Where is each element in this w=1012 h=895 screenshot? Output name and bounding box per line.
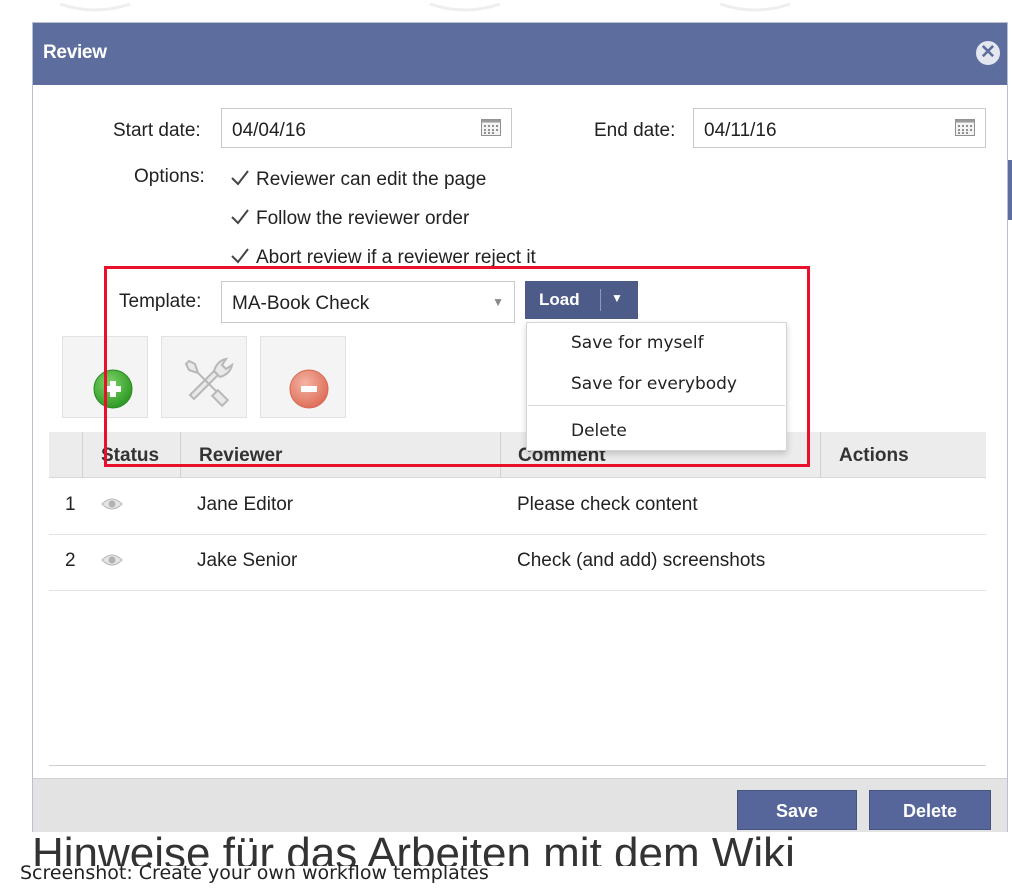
split-divider — [600, 289, 601, 311]
dialog-title: Review — [43, 42, 107, 63]
template-select[interactable]: MA-Book Check ▼ — [221, 281, 515, 323]
end-date-label: End date: — [594, 120, 676, 141]
template-value: MA-Book Check — [232, 293, 370, 314]
table-row[interactable]: 2 Jake Senior Check (and add) screenshot… — [49, 535, 986, 591]
load-split-button[interactable]: Load ▼ — [525, 281, 638, 319]
start-date-field[interactable]: 04/04/16 — [221, 108, 512, 148]
wrench-screwdriver-icon — [184, 357, 234, 408]
delete-button[interactable]: Delete — [869, 790, 991, 830]
menu-item-delete[interactable]: Delete — [571, 421, 627, 441]
remove-icon — [289, 369, 329, 409]
save-button[interactable]: Save — [737, 790, 857, 830]
chevron-down-icon: ▼ — [492, 295, 504, 309]
end-date-value: 04/11/16 — [704, 120, 777, 141]
table-row[interactable]: 1 Jane Editor Please check content — [49, 479, 986, 535]
template-label: Template: — [119, 291, 202, 312]
calendar-icon[interactable] — [481, 119, 501, 136]
column-status[interactable]: Status — [82, 432, 180, 478]
review-dialog: Review ✕ Start date: 04/04/16 End date: … — [32, 22, 1008, 832]
column-reviewer[interactable]: Reviewer — [180, 432, 500, 478]
dialog-footer: Save Delete — [33, 778, 1007, 832]
row-number: 2 — [65, 550, 76, 571]
menu-item-save-for-myself[interactable]: Save for myself — [571, 333, 704, 353]
reviewer-grid-header: Status Reviewer Comment Actions — [49, 432, 986, 478]
start-date-label: Start date: — [113, 120, 201, 141]
start-date-value: 04/04/16 — [232, 120, 306, 141]
options-label: Options: — [134, 166, 205, 187]
row-number: 1 — [65, 494, 76, 515]
edit-reviewer-button[interactable] — [161, 336, 247, 418]
checkmark-icon[interactable] — [230, 247, 250, 265]
eye-icon — [101, 554, 123, 566]
menu-item-save-for-everybody[interactable]: Save for everybody — [571, 374, 737, 394]
reviewer-comment: Check (and add) screenshots — [517, 550, 766, 571]
grid-bottom-divider — [49, 765, 986, 766]
remove-reviewer-button[interactable] — [260, 336, 346, 418]
checkmark-icon[interactable] — [230, 169, 250, 187]
checkmark-icon[interactable] — [230, 208, 250, 226]
end-date-field[interactable]: 04/11/16 — [693, 108, 986, 148]
calendar-icon[interactable] — [955, 119, 975, 136]
menu-divider — [528, 405, 785, 406]
eye-icon — [101, 498, 123, 510]
add-icon — [93, 369, 133, 409]
add-reviewer-button[interactable] — [62, 336, 148, 418]
option-abort-review[interactable]: Abort review if a reviewer reject it — [230, 247, 536, 269]
dialog-titlebar: Review ✕ — [33, 23, 1007, 85]
chevron-down-icon[interactable]: ▼ — [611, 291, 623, 305]
column-actions[interactable]: Actions — [820, 432, 986, 478]
load-dropdown-menu: Save for myself Save for everybody Delet… — [526, 322, 787, 451]
reviewer-name: Jane Editor — [197, 494, 294, 515]
close-icon[interactable]: ✕ — [976, 41, 1000, 65]
load-button-label: Load — [539, 290, 580, 309]
option-reviewer-can-edit[interactable]: Reviewer can edit the page — [230, 169, 486, 191]
reviewer-name: Jake Senior — [197, 550, 298, 571]
screenshot-caption: Screenshot: Create your own workflow tem… — [20, 862, 489, 884]
option-follow-reviewer-order[interactable]: Follow the reviewer order — [230, 208, 469, 230]
reviewer-comment: Please check content — [517, 494, 698, 515]
